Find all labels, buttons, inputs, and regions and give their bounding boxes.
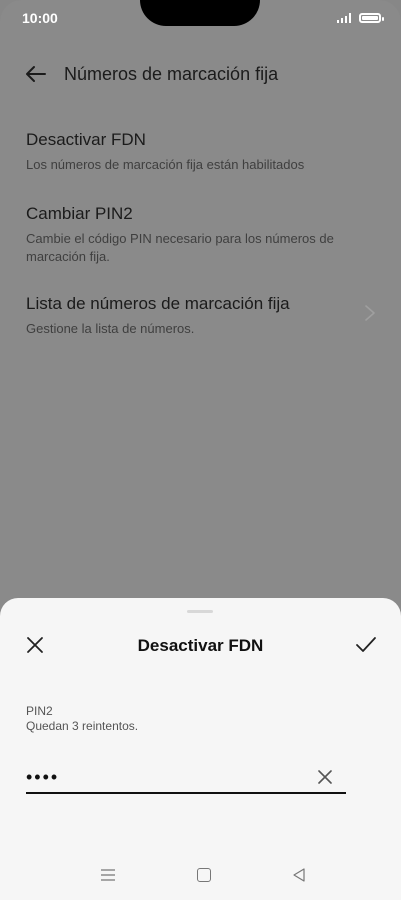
bottom-sheet: Desactivar FDN PIN2 Quedan 3 reintentos. <box>0 598 401 900</box>
nav-bar <box>0 860 401 890</box>
clear-icon[interactable] <box>318 770 332 784</box>
setting-item-subtitle: Los números de marcación fija están habi… <box>26 157 305 172</box>
setting-item-title: Cambiar PIN2 <box>26 204 133 223</box>
page-title: Números de marcación fija <box>64 63 279 84</box>
pin-field-label: PIN2 <box>26 704 53 718</box>
setting-item-lista-numeros[interactable]: Lista de números de marcación fija Gesti… <box>26 294 366 338</box>
signal-icon <box>337 13 351 23</box>
home-icon[interactable] <box>197 868 211 882</box>
setting-item-title: Desactivar FDN <box>26 130 146 149</box>
battery-icon <box>359 13 384 23</box>
setting-item-title: Lista de números de marcación fija <box>26 294 290 313</box>
phone-screen: 10:00 Números de marcación fija Desactiv… <box>0 0 401 900</box>
setting-item-subtitle: Cambie el código PIN necesario para los … <box>26 231 334 264</box>
back-triangle-icon[interactable] <box>292 868 306 882</box>
setting-item-cambiar-pin2[interactable]: Cambiar PIN2 Cambie el código PIN necesa… <box>26 204 366 266</box>
check-icon[interactable] <box>355 636 377 654</box>
app-header: Números de marcación fija <box>24 62 278 86</box>
status-bar: 10:00 <box>0 0 401 36</box>
sheet-handle[interactable] <box>187 610 213 613</box>
menu-icon[interactable] <box>100 869 116 881</box>
chevron-right-icon <box>365 305 375 321</box>
pin2-input[interactable] <box>26 762 346 794</box>
setting-item-subtitle: Gestione la lista de números. <box>26 321 195 336</box>
sheet-title: Desactivar FDN <box>137 636 264 655</box>
status-time: 10:00 <box>22 10 58 26</box>
back-arrow-icon[interactable] <box>24 62 48 86</box>
setting-item-desactivar-fdn[interactable]: Desactivar FDN Los números de marcación … <box>26 130 366 174</box>
pin-retry-hint: Quedan 3 reintentos. <box>26 719 139 733</box>
